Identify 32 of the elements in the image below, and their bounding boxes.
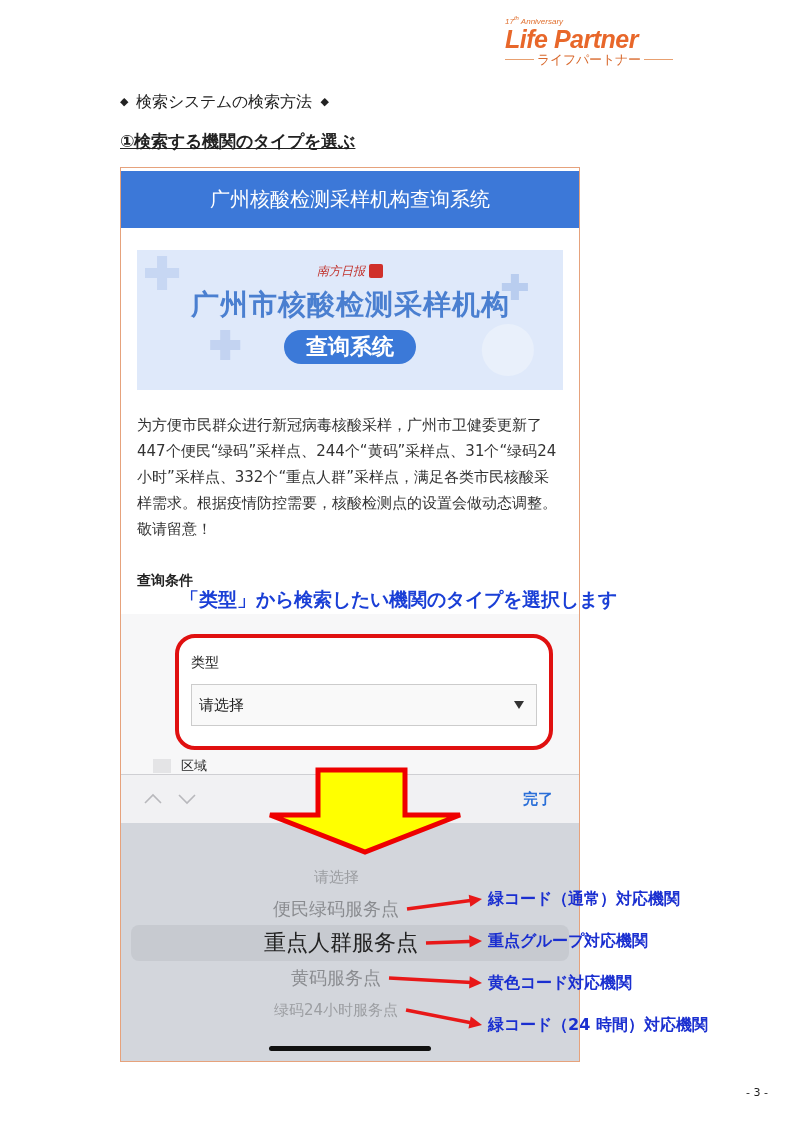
- annotation-text: 重点グループ対応機関: [488, 930, 648, 952]
- banner-title: 广州市核酸检测采样机构: [190, 287, 510, 323]
- app-title-bar: 广州核酸检测采样机构查询系统: [121, 171, 579, 228]
- chevron-down-icon[interactable]: [177, 791, 197, 807]
- field-label: 类型: [191, 653, 220, 672]
- picker-option[interactable]: 黄码服务点: [291, 967, 381, 989]
- brand-text: 南方日报: [317, 262, 365, 280]
- bullet-text: ◆: [320, 94, 329, 110]
- logo-subtitle: ライフパートナー: [537, 51, 641, 67]
- step-title: ①検索する機関のタイプを選ぶ: [120, 130, 357, 153]
- picker-option[interactable]: 绿码24小时服务点: [273, 1001, 399, 1019]
- bullet-text: ◆: [120, 94, 129, 110]
- done-button[interactable]: 完了: [523, 789, 553, 809]
- picker-option[interactable]: 便民绿码服务点: [273, 898, 399, 920]
- annotation-text: 「类型」から検索したい機関のタイプを選択します: [180, 587, 617, 612]
- logo-name: Life Partner: [505, 25, 641, 52]
- pointer-arrow: [425, 935, 482, 948]
- intro-paragraph: 为方便市民群众进行新冠病毒核酸采样，广州市卫健委更新了447个便民“绿码”采样点、244个“黄码”采样点、31个“绿码24小时”采样点、332个“重点人群”采样点，满足各类市民核酸采样需求。根据疫情防控需要，核酸检测点的设置会做动态调整。敬请留意！: [137, 415, 558, 540]
- page-number: - 3 -: [746, 1086, 768, 1099]
- field-icon: [153, 759, 171, 773]
- annotation-text: 緑コード（通常）対応機関: [488, 888, 680, 910]
- type-dropdown[interactable]: 请选择: [191, 684, 537, 726]
- section-label: 查询条件: [137, 571, 194, 590]
- annotation-text: 緑コード（24 時間）対応機関: [488, 1014, 708, 1036]
- picker-option[interactable]: 重点人群服务点: [264, 929, 418, 957]
- seal-icon: [369, 264, 383, 278]
- section-heading: 検索システムの検索方法: [136, 91, 313, 113]
- anniversary-text: 17$^{th}$ Anniversary: [505, 14, 565, 26]
- annotation-text: 黄色コード対応機関: [488, 972, 632, 994]
- banner-pill: 查询系统: [284, 330, 416, 364]
- field-label: 区域: [181, 759, 207, 773]
- dropdown-caret-icon: [514, 701, 524, 709]
